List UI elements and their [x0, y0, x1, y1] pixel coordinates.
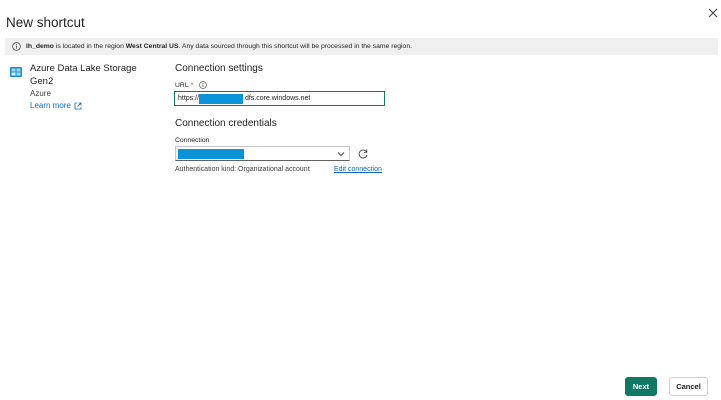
url-input[interactable]: https:// .dfs.core.windows.net [174, 91, 385, 106]
refresh-button[interactable] [357, 147, 369, 159]
redacted-storage-account [199, 93, 244, 104]
lakehouse-name: lh_demo [26, 43, 54, 50]
azure-storage-icon [10, 64, 22, 77]
url-label: URL * [175, 81, 208, 89]
close-button[interactable] [706, 6, 720, 20]
required-mark: * [190, 81, 194, 89]
info-icon [12, 42, 21, 51]
url-prefix: https:// [178, 95, 200, 102]
chevron-down-icon [337, 152, 345, 157]
info-text-1: is located in the region [53, 43, 126, 50]
refresh-icon [358, 149, 368, 159]
info-text-2: . Any data sourced through this shortcut… [178, 43, 413, 50]
learn-more-link[interactable]: Learn more [30, 101, 82, 110]
cancel-button[interactable]: Cancel [669, 377, 708, 396]
info-message: lh_demo is located in the region West Ce… [26, 43, 412, 50]
info-icon[interactable] [199, 81, 208, 89]
source-name: Azure Data Lake Storage Gen2 [30, 63, 137, 87]
redacted-connection-name [178, 148, 244, 159]
learn-more-label: Learn more [30, 101, 71, 110]
connection-label: Connection [175, 137, 210, 144]
edit-connection-link[interactable]: Edit connection [334, 166, 382, 173]
region-info-bar: lh_demo is located in the region West Ce… [5, 38, 718, 55]
connection-credentials-title: Connection credentials [175, 118, 277, 129]
next-button[interactable]: Next [625, 377, 657, 396]
dialog-title: New shortcut [6, 15, 85, 30]
connection-settings-title: Connection settings [175, 63, 263, 74]
close-icon [708, 8, 718, 18]
external-link-icon [74, 102, 82, 109]
url-suffix: .dfs.core.windows.net [243, 95, 311, 102]
source-provider: Azure [30, 89, 51, 98]
authentication-kind: Authentication kind: Organizational acco… [175, 166, 310, 173]
url-label-text: URL [175, 81, 189, 89]
connection-dropdown[interactable] [175, 146, 350, 161]
region-name: West Central US [125, 43, 179, 50]
